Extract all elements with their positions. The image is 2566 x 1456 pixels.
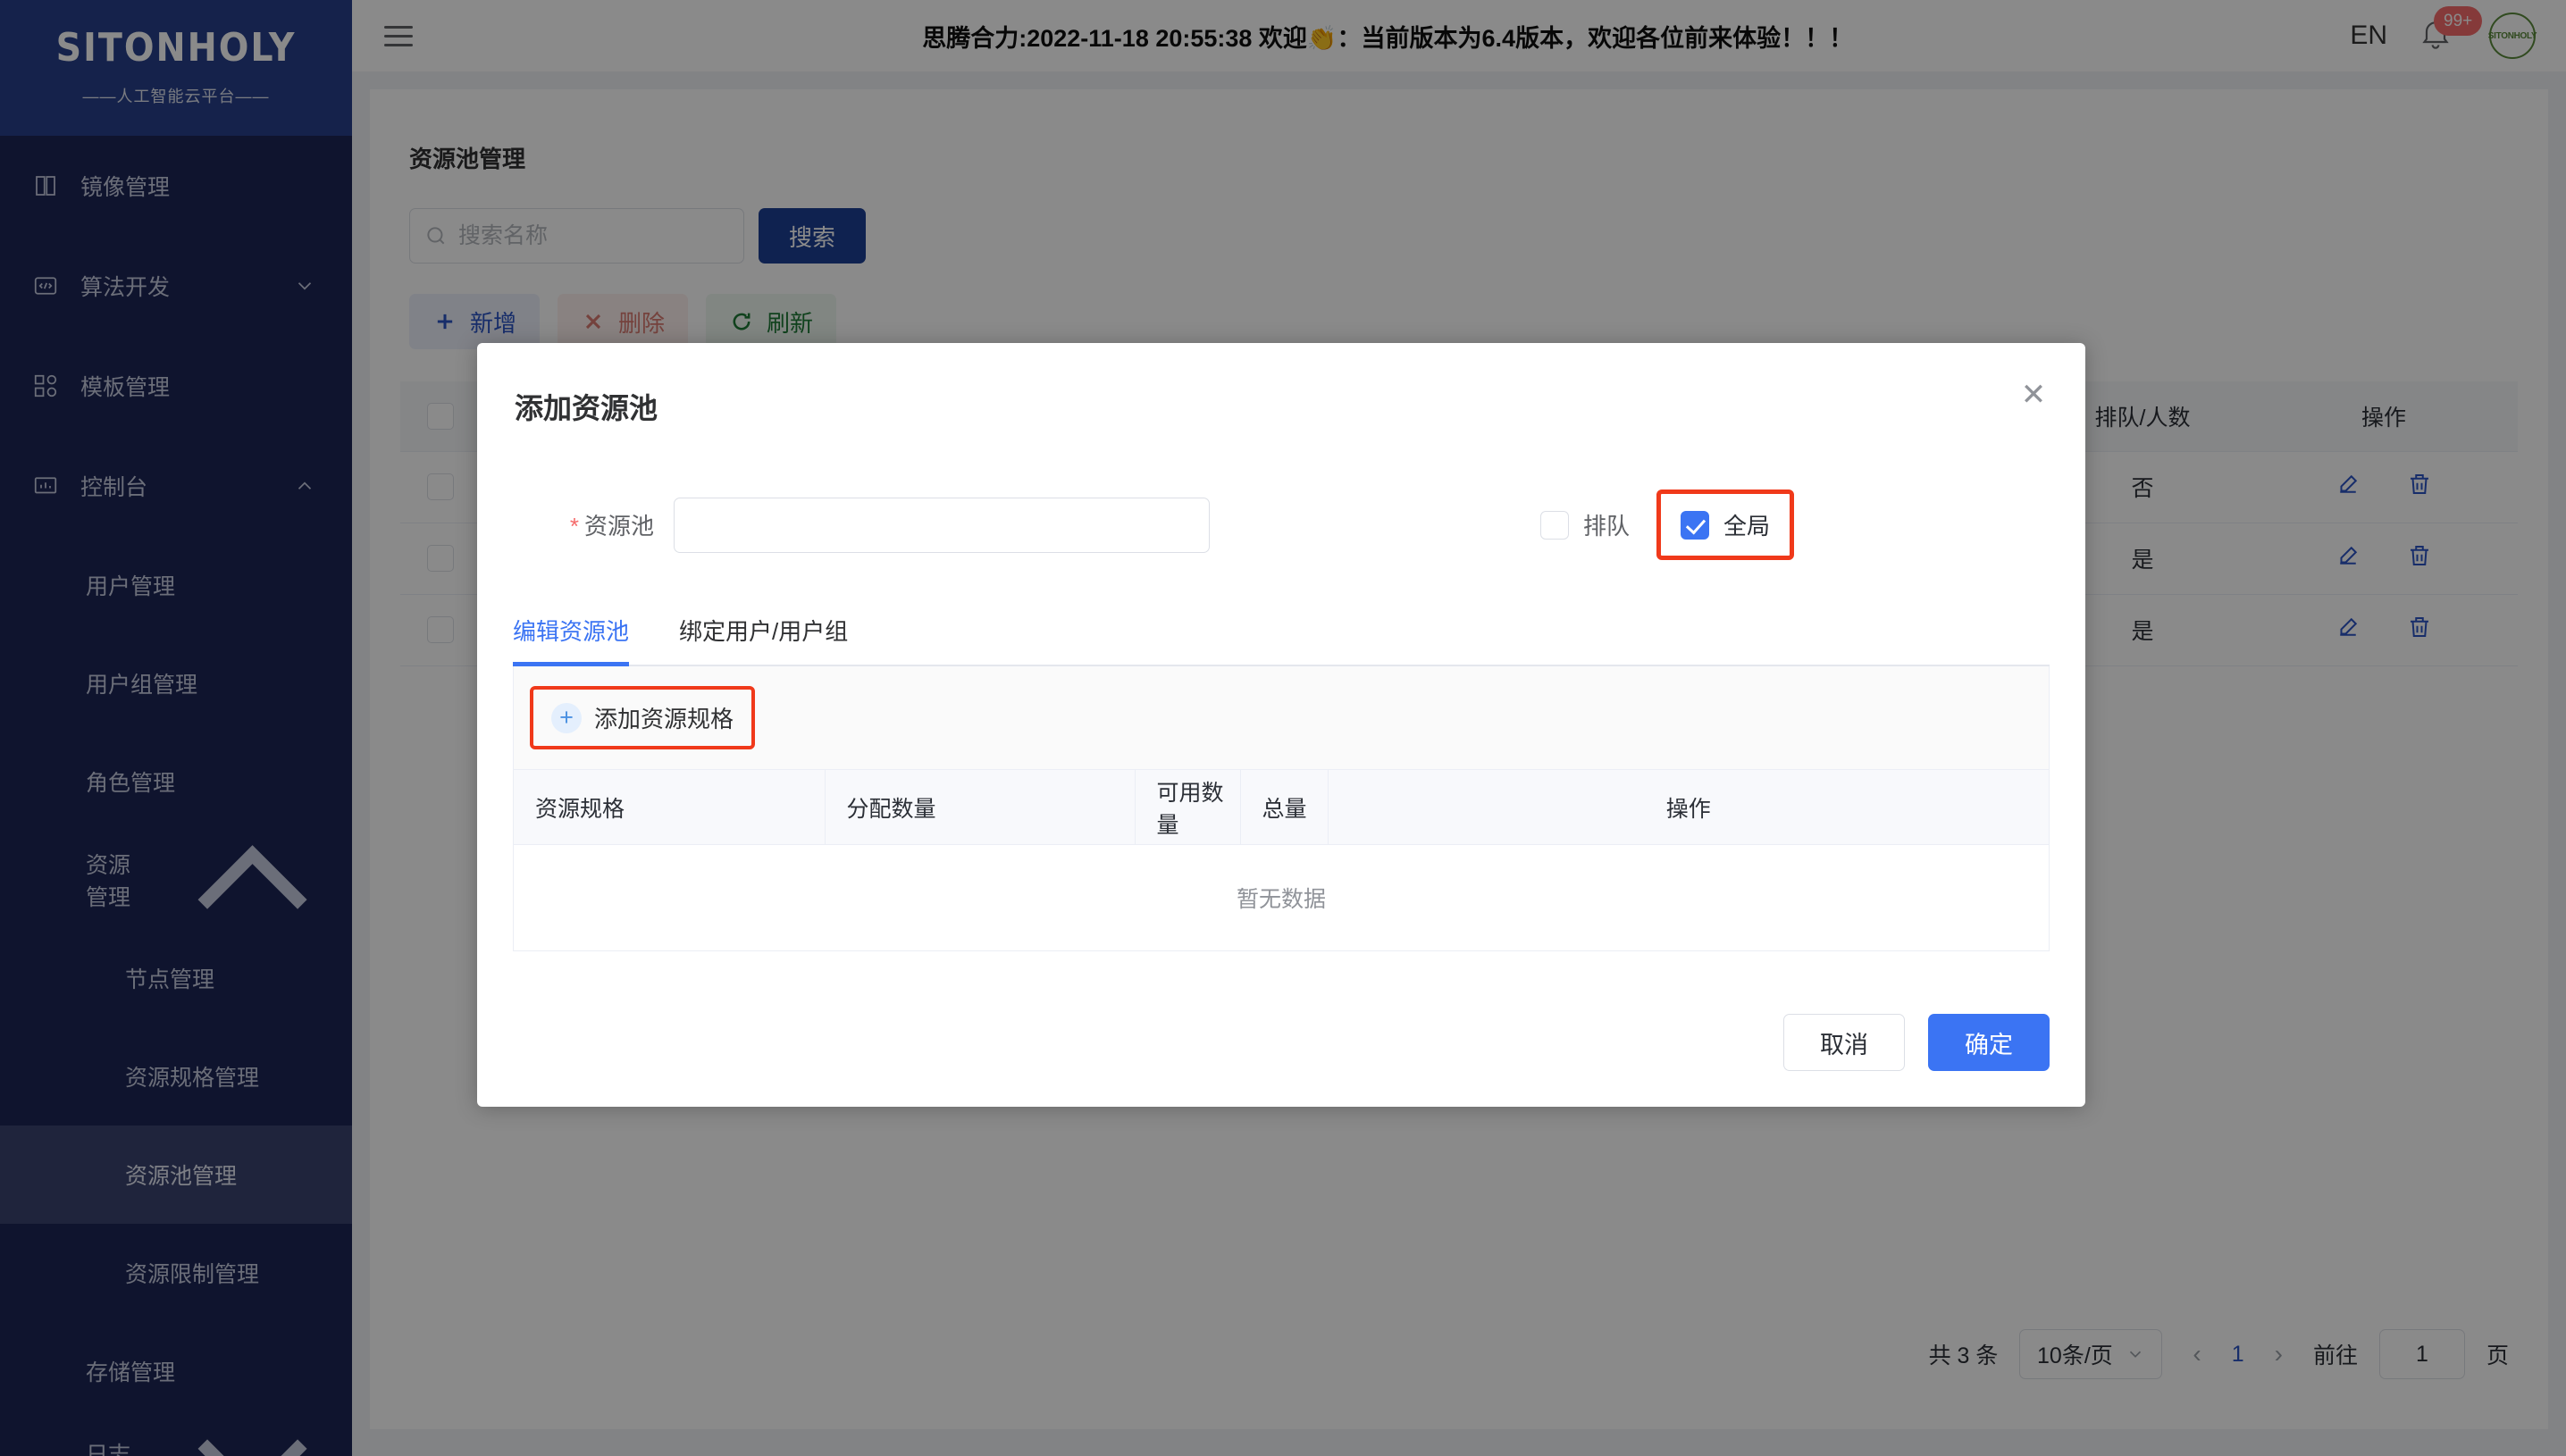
dialog-title: 添加资源池 xyxy=(515,392,658,424)
cancel-button[interactable]: 取消 xyxy=(1783,1014,1905,1071)
resource-spec-block: + 添加资源规格 资源规格 分配数量 可用数量 总量 操作 暂无数据 xyxy=(513,666,2050,951)
spec-empty-row: 暂无数据 xyxy=(514,845,2049,950)
queue-checkbox[interactable] xyxy=(1540,510,1569,540)
tab-edit-resource-pool[interactable]: 编辑资源池 xyxy=(513,614,630,666)
add-resource-spec-button[interactable]: + 添加资源规格 xyxy=(530,686,756,749)
spec-col-allocated: 分配数量 xyxy=(825,769,1136,845)
spec-col-actions: 操作 xyxy=(1328,769,2049,845)
queue-checkbox-group[interactable]: 排队 xyxy=(1540,508,1630,541)
global-checkbox-label: 全局 xyxy=(1723,513,1771,540)
resource-pool-input[interactable] xyxy=(674,497,1210,553)
queue-checkbox-label: 排队 xyxy=(1583,513,1631,540)
dialog-tabs: 编辑资源池 绑定用户/用户组 xyxy=(513,614,2050,666)
spec-col-name: 资源规格 xyxy=(514,769,826,845)
spec-table-head: 资源规格 分配数量 可用数量 总量 操作 xyxy=(514,769,2049,845)
app-root: SITONHOLY ——人工智能云平台—— 镜像管理 算法开发 模板管理 控制台… xyxy=(0,0,2566,1456)
tab-bind-users[interactable]: 绑定用户/用户组 xyxy=(679,614,848,665)
resource-pool-label-text: 资源池 xyxy=(583,513,654,540)
resource-spec-table: 资源规格 分配数量 可用数量 总量 操作 暂无数据 xyxy=(514,769,2049,950)
global-checkbox[interactable] xyxy=(1681,510,1710,540)
spec-toolbar: + 添加资源规格 xyxy=(514,666,2049,769)
resource-pool-label: * 资源池 xyxy=(513,508,674,541)
spec-table-header-row: 资源规格 分配数量 可用数量 总量 操作 xyxy=(514,769,2049,845)
add-resource-pool-dialog: 添加资源池 ✕ * 资源池 排队 全局 编辑资源池 绑定用户/用户组 + 添加资… xyxy=(477,343,2085,1107)
spec-col-total: 总量 xyxy=(1240,769,1329,845)
dialog-footer: 取消 确定 xyxy=(1783,1014,2050,1071)
global-checkbox-group[interactable]: 全局 xyxy=(1656,490,1795,560)
spec-table-body: 暂无数据 xyxy=(514,845,2049,950)
required-mark: * xyxy=(569,513,579,540)
plus-circle-icon: + xyxy=(551,702,582,733)
add-resource-spec-label: 添加资源规格 xyxy=(594,706,734,732)
confirm-button[interactable]: 确定 xyxy=(1928,1014,2050,1071)
spec-empty-text: 暂无数据 xyxy=(1236,886,1326,912)
close-icon[interactable]: ✕ xyxy=(2014,375,2053,414)
dialog-form-row: * 资源池 排队 全局 xyxy=(477,490,2085,560)
spec-col-available: 可用数量 xyxy=(1135,769,1241,845)
